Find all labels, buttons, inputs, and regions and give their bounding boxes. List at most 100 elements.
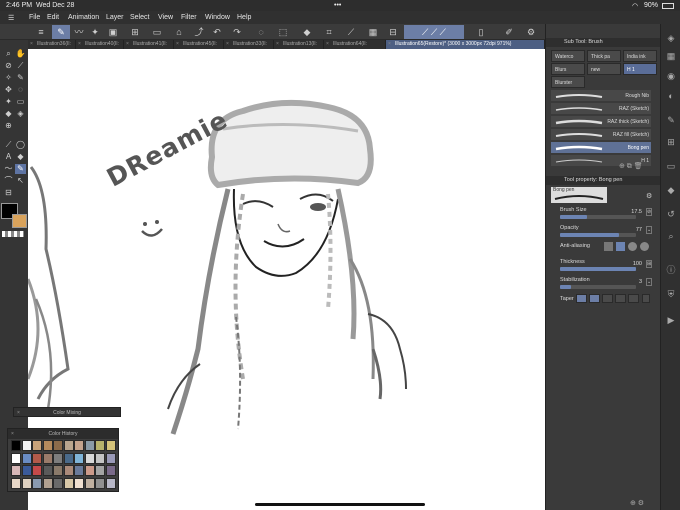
color-swatch[interactable] — [21, 440, 32, 451]
open-icon[interactable]: ▭ — [148, 25, 166, 39]
color-swatch[interactable] — [11, 452, 21, 464]
brush-raz-sketch[interactable]: RAZ (Sketch) — [551, 103, 651, 115]
menu-layer[interactable]: Layer — [106, 14, 124, 21]
taper-option[interactable] — [615, 294, 626, 303]
aa-medium-option[interactable] — [628, 242, 637, 251]
grid-icon[interactable]: ▦ — [364, 25, 382, 39]
bucket-icon[interactable]: ◆ — [3, 109, 14, 119]
color-swatch[interactable] — [105, 452, 116, 464]
color-mixing-panel[interactable]: × Color Mixing — [13, 407, 121, 417]
material-icon[interactable]: ⊞ — [665, 136, 677, 148]
color-swatch[interactable] — [21, 465, 32, 476]
color-swatch[interactable] — [95, 452, 105, 464]
history-icon[interactable]: ↺ — [665, 208, 677, 220]
tab-illustration41[interactable]: Illustration41(Il: — [124, 40, 174, 49]
wrench-icon[interactable]: ⚙ — [646, 192, 652, 200]
subtab-waterco[interactable]: Waterco — [551, 50, 585, 62]
export-icon[interactable]: ⤴ — [190, 25, 208, 39]
frame-icon[interactable]: ⊟ — [3, 188, 14, 198]
menu-animation[interactable]: Animation — [68, 14, 99, 21]
sub-color-swatch[interactable] — [12, 214, 27, 228]
menu-filter[interactable]: Filter — [181, 14, 197, 21]
taper-option[interactable] — [576, 294, 587, 303]
taper-option[interactable] — [602, 294, 613, 303]
color-swatch[interactable] — [53, 465, 63, 476]
color-swatch[interactable] — [32, 465, 42, 476]
shield-icon[interactable]: ⛨ — [665, 288, 677, 300]
wand-icon[interactable]: ✧ — [3, 73, 14, 83]
color-swatch[interactable] — [105, 440, 116, 451]
app-icon[interactable]: ☰ — [8, 14, 14, 22]
color-swatch[interactable] — [32, 452, 42, 464]
tab-illustration36[interactable]: Illustration36(Il: — [28, 40, 76, 49]
ruler-icon[interactable]: ⟋ — [342, 25, 360, 39]
brush-size-slider[interactable] — [560, 215, 636, 219]
color-swatch[interactable] — [63, 477, 74, 489]
undo-icon[interactable]: ↶ — [208, 25, 226, 39]
pen-tool-icon[interactable]: ✎ — [15, 73, 26, 83]
pen-active-icon[interactable]: ✎ — [15, 164, 26, 174]
color-swatch[interactable] — [63, 465, 74, 476]
sparkle-tool-icon[interactable]: ✦ — [3, 97, 14, 107]
layers-icon[interactable]: ◈ — [665, 32, 677, 44]
object-icon[interactable]: ↖ — [15, 176, 26, 186]
curve-icon[interactable]: ⌒ — [3, 176, 14, 186]
globe-icon[interactable]: ⊕ — [3, 121, 14, 131]
transparent-color-swatch[interactable] — [2, 231, 24, 237]
menu-window[interactable]: Window — [205, 14, 230, 21]
color-swatch[interactable] — [53, 440, 63, 451]
text-icon[interactable]: A — [3, 152, 14, 162]
blend-icon[interactable]: 〜 — [3, 164, 14, 174]
search-panel-icon[interactable]: ⌕ — [665, 230, 677, 242]
rect-select-icon[interactable]: ▭ — [15, 97, 26, 107]
color-swatch[interactable] — [74, 452, 84, 464]
subtab-blurster[interactable]: Blurster — [551, 76, 585, 88]
subtab-h1[interactable]: H 1 — [623, 63, 657, 75]
tab-illustration64[interactable]: Illustration64(Il: — [324, 40, 386, 49]
tab-illustration40[interactable]: Illustration40(Il: — [76, 40, 124, 49]
fill-icon[interactable]: ◆ — [298, 25, 316, 39]
tab-illustration65-active[interactable]: Illustration65(Restore)* (3000 x 3000px … — [386, 40, 545, 49]
lasso-icon[interactable]: ◌ — [15, 85, 26, 95]
tab-illustration33[interactable]: Illustration33(Il: — [224, 40, 274, 49]
brush-bong-pen[interactable]: Bong pen — [551, 142, 651, 154]
stabilization-slider[interactable] — [560, 285, 636, 289]
save-icon[interactable]: ⌂ — [170, 25, 188, 39]
taper-option[interactable] — [628, 294, 639, 303]
eraser-icon[interactable]: ◆ — [15, 152, 26, 162]
menu-view[interactable]: View — [158, 14, 173, 21]
color-swatch[interactable] — [53, 452, 63, 464]
color-swatch[interactable] — [74, 477, 84, 489]
guide-icon[interactable]: ⊟ — [384, 25, 402, 39]
color-wheel-icon[interactable]: ◐ — [665, 90, 677, 102]
color-swatch[interactable] — [63, 440, 74, 451]
subtab-blurs[interactable]: Blurs — [551, 63, 585, 75]
menu-help[interactable]: Help — [237, 14, 251, 21]
gallery-icon[interactable]: ▣ — [104, 25, 122, 39]
pipette-icon[interactable]: ⟋ — [15, 61, 26, 71]
color-swatch[interactable] — [74, 465, 84, 476]
color-swatch[interactable] — [11, 440, 21, 451]
layer-prop-icon[interactable]: ◆ — [665, 184, 677, 196]
color-swatch[interactable] — [32, 477, 42, 489]
animation-icon[interactable]: ▶ — [665, 314, 677, 326]
brush-size-toggle[interactable]: ⊘ — [646, 208, 652, 216]
new-canvas-icon[interactable]: ⊞ — [126, 25, 144, 39]
color-swatch[interactable] — [42, 452, 53, 464]
subtab-new[interactable]: new — [587, 63, 621, 75]
color-history-header[interactable]: × Color History — [8, 429, 118, 439]
multitask-dots[interactable]: ••• — [334, 2, 341, 9]
edit-icon[interactable]: ✐ — [500, 25, 518, 39]
stabilization-toggle[interactable]: ⌄ — [646, 278, 652, 286]
hand-icon[interactable]: ✋ — [15, 49, 26, 59]
brush-raz-thick[interactable]: RAZ thick (Sketch) — [551, 116, 651, 128]
color-swatch[interactable] — [84, 477, 95, 489]
color-swatch[interactable] — [42, 465, 53, 476]
selection-icon[interactable]: ◌ — [252, 25, 270, 39]
balloon-icon[interactable]: ◯ — [15, 140, 26, 150]
color-swatch[interactable] — [95, 477, 105, 489]
color-swatch[interactable] — [42, 440, 53, 451]
home-indicator[interactable] — [255, 503, 425, 506]
subtab-india-ink[interactable]: India ink — [623, 50, 657, 62]
color-swatch[interactable] — [53, 477, 63, 489]
